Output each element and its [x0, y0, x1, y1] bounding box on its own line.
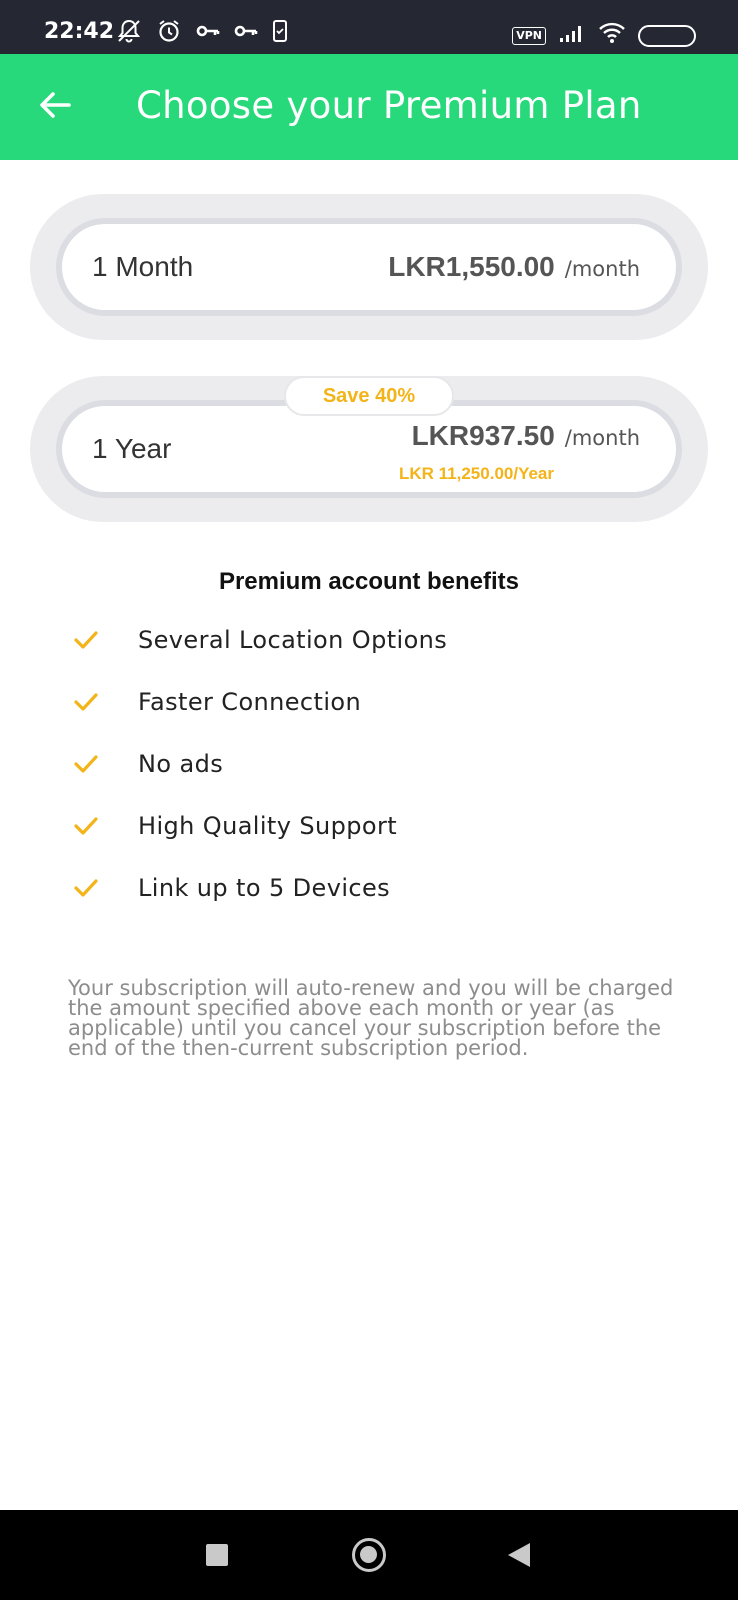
back-nav-button[interactable]	[508, 1543, 530, 1567]
plan-name: 1 Month	[92, 251, 194, 282]
status-left-icons	[116, 18, 288, 49]
plan-price: LKR1,550.00	[388, 251, 555, 282]
plan-card-inner: 1 Month LKR1,550.00 /month	[56, 218, 682, 316]
plan-price-row: LKR937.50 /month	[412, 420, 640, 452]
plan-price: LKR937.50	[411, 420, 555, 451]
key-icon	[196, 21, 220, 46]
battery-level: 95	[657, 27, 677, 43]
vpn-badge: VPN	[512, 26, 546, 45]
save-badge: Save 40%	[284, 376, 454, 416]
wifi-icon	[598, 22, 626, 49]
plan-yearly-total: LKR 11,250.00/Year	[399, 464, 555, 483]
plan-name: 1 Year	[92, 433, 172, 464]
check-icon	[72, 750, 100, 778]
benefit-label: High Quality Support	[138, 812, 398, 840]
plan-period: /month	[564, 426, 640, 450]
benefit-item: Faster Connection	[72, 682, 361, 722]
home-button[interactable]	[352, 1538, 386, 1572]
benefit-item: Link up to 5 Devices	[72, 868, 390, 908]
notifications-off-icon	[116, 18, 142, 49]
arrow-left-icon	[38, 90, 72, 125]
check-icon	[72, 812, 100, 840]
plan-period: /month	[564, 257, 640, 281]
benefit-label: No ads	[138, 750, 224, 778]
benefits-title: Premium account benefits	[218, 568, 520, 595]
status-right-icons: VPN 95	[512, 22, 696, 49]
back-button[interactable]	[30, 82, 80, 132]
app-bar: Choose your Premium Plan	[0, 54, 738, 160]
benefit-item: No ads	[72, 744, 223, 784]
benefit-item: High Quality Support	[72, 806, 397, 846]
subscription-disclaimer: Your subscription will auto-renew and yo…	[68, 976, 674, 1060]
recent-apps-button[interactable]	[206, 1544, 228, 1566]
home-icon	[360, 1546, 377, 1563]
benefit-label: Faster Connection	[138, 688, 362, 716]
status-bar: 22:42 VPN 95	[0, 0, 738, 54]
status-time: 22:42	[44, 19, 115, 44]
battery-indicator: 95	[638, 24, 696, 47]
benefit-label: Several Location Options	[138, 626, 448, 654]
check-icon	[72, 688, 100, 716]
signal-icon	[558, 23, 586, 48]
benefit-label: Link up to 5 Devices	[138, 874, 391, 902]
check-icon	[72, 874, 100, 902]
alarm-icon	[156, 18, 182, 49]
key-icon	[234, 21, 258, 46]
system-nav-bar	[0, 1510, 738, 1600]
plan-price-row: LKR1,550.00 /month	[388, 251, 640, 283]
phone-check-icon	[272, 19, 288, 48]
check-icon	[72, 626, 100, 654]
benefit-item: Several Location Options	[72, 620, 447, 660]
page-title: Choose your Premium Plan	[136, 84, 642, 127]
plan-option-monthly[interactable]: 1 Month LKR1,550.00 /month	[30, 194, 708, 340]
